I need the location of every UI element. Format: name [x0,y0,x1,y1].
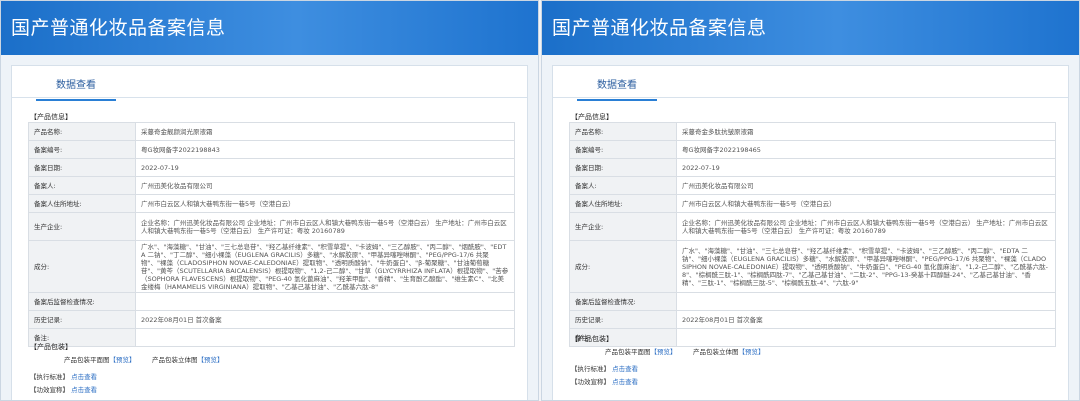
section-product-info: 【产品信息】 [30,113,72,121]
banner-title: 国产普通化妆品备案信息 [552,17,767,39]
standard-view-link[interactable]: 点击查看 [71,373,97,381]
field-value: 企业名称：广州迅美化妆品有限公司 企业地址：广州市白云区人和镇大巷鸭东街一巷5号… [135,212,515,241]
banner: 国产普通化妆品备案信息 [542,1,1079,55]
field-value: 2022年08月01日 首次备案 [135,310,515,329]
section-standard: 【执行标准】 [30,373,69,381]
field-label: 产品名称: [28,122,136,141]
field-label: 历史记录: [569,310,677,329]
product-info-table: 产品名称: 采蔓奇金靓颜润光原液霜 备案编号: 粤G妆网备字2022198843… [28,122,515,347]
field-label: 备案人住所地址: [28,194,136,213]
pack-3d-label: 产品包装立体图 [693,348,739,356]
field-value: 广州迅美化妆品有限公司 [676,176,1056,195]
pack-flat-row: 产品包装平面图【预览】 [64,354,136,364]
field-row: 备案日期: 2022-07-19 [569,158,1056,177]
field-label: 产品名称: [569,122,677,141]
standard-view-link[interactable]: 点击查看 [612,365,638,373]
pack-flat-row: 产品包装平面图【预览】 [605,346,677,356]
pack-flat-preview-link[interactable]: 【预览】 [651,348,677,356]
content-card: 数据查看 【产品信息】 产品名称: 采蔓奇金靓颜润光原液霜 备案编号: 粤G妆网… [11,65,528,400]
field-row: 备案人: 广州迅美化妆品有限公司 [569,176,1056,195]
field-label: 备案人: [28,176,136,195]
field-value [676,328,1056,347]
tab-divider [553,97,1068,98]
field-row: 备案编号: 粤G妆网备字2022198843 [28,140,515,159]
field-value: 采蔓奇金靓颜润光原液霜 [135,122,515,141]
field-value: 2022年08月01日 首次备案 [676,310,1056,329]
field-value [676,292,1056,311]
field-value: 2022-07-19 [676,158,1056,177]
field-label: 备案日期: [569,158,677,177]
pack-3d-label: 产品包装立体图 [152,356,198,364]
field-value: 广水"、"海藻糖"、"甘油"、"三七总皂苷"、"羟乙基纤维素"、"积雪草提"、"… [676,240,1056,293]
pack-3d-row: 产品包装立体图【预览】 [152,354,224,364]
field-value: 粤G妆网备字2022198465 [676,140,1056,159]
section-product-info: 【产品信息】 [571,113,613,121]
efficacy-row: 【功效宣称】 点击查看 [30,384,97,394]
field-row: 成分: 广水"、"海藻糖"、"甘油"、"三七总皂苷"、"羟乙基纤维素"、"积雪草… [569,240,1056,293]
field-label: 备案人: [569,176,677,195]
field-row: 备案人: 广州迅美化妆品有限公司 [28,176,515,195]
field-value: 粤G妆网备字2022198843 [135,140,515,159]
banner-title: 国产普通化妆品备案信息 [11,17,226,39]
field-row: 备案日期: 2022-07-19 [28,158,515,177]
section-packaging: 【产品包装】 [30,343,72,351]
section-standard: 【执行标准】 [571,365,610,373]
field-label: 成分: [28,240,136,293]
banner: 国产普通化妆品备案信息 [1,1,538,55]
tab-divider [12,97,527,98]
standard-row: 【执行标准】 点击查看 [571,363,638,373]
field-value: 广州迅美化妆品有限公司 [135,176,515,195]
pack-flat-label: 产品包装平面图 [64,356,110,364]
pack-flat-label: 产品包装平面图 [605,348,651,356]
field-row: 备注: [28,328,515,347]
field-row: 产品名称: 采蔓奇金多肽抗皱原液霜 [569,122,1056,141]
field-value: 企业名称：广州迅美化妆品有限公司 企业地址：广州市白云区人和镇大巷鸭东街一巷5号… [676,212,1056,241]
field-label: 历史记录: [28,310,136,329]
field-row: 生产企业: 企业名称：广州迅美化妆品有限公司 企业地址：广州市白云区人和镇大巷鸭… [569,212,1056,241]
pack-3d-preview-link[interactable]: 【预览】 [198,356,224,364]
field-value: 广州市白云区人和镇大巷鸭东街一巷5号（空港白云） [676,194,1056,213]
field-row: 历史记录: 2022年08月01日 首次备案 [28,310,515,329]
efficacy-view-link[interactable]: 点击查看 [71,386,97,394]
field-value: 广州市白云区人和镇大巷鸭东街一巷5号（空港白云） [135,194,515,213]
field-label: 生产企业: [569,212,677,241]
content-card: 数据查看 【产品信息】 产品名称: 采蔓奇金多肽抗皱原液霜 备案编号: 粤G妆网… [552,65,1069,400]
field-row: 生产企业: 企业名称：广州迅美化妆品有限公司 企业地址：广州市白云区人和镇大巷鸭… [28,212,515,241]
field-label: 成分: [569,240,677,293]
field-value: 采蔓奇金多肽抗皱原液霜 [676,122,1056,141]
pack-3d-preview-link[interactable]: 【预览】 [739,348,765,356]
field-row: 备注: [569,328,1056,347]
field-label: 备案后监督检查情况: [28,292,136,311]
field-row: 成分: 广水"、"海藻糖"、"甘油"、"三七总皂苷"、"羟乙基纤维素"、"积雪草… [28,240,515,293]
field-label: 生产企业: [28,212,136,241]
field-row: 备案后监督检查情况: [569,292,1056,311]
field-row: 备案人住所地址: 广州市白云区人和镇大巷鸭东街一巷5号（空港白云） [28,194,515,213]
pack-flat-preview-link[interactable]: 【预览】 [110,356,136,364]
field-label: 备案后监督检查情况: [569,292,677,311]
field-label: 备案编号: [28,140,136,159]
pack-3d-row: 产品包装立体图【预览】 [693,346,765,356]
section-efficacy: 【功效宣称】 [30,386,69,394]
field-value [135,292,515,311]
field-row: 备案人住所地址: 广州市白云区人和镇大巷鸭东街一巷5号（空港白云） [569,194,1056,213]
record-panel-right: 国产普通化妆品备案信息 数据查看 【产品信息】 产品名称: 采蔓奇金多肽抗皱原液… [541,0,1080,401]
field-value: 2022-07-19 [135,158,515,177]
field-row: 历史记录: 2022年08月01日 首次备案 [569,310,1056,329]
field-row: 备案后监督检查情况: [28,292,515,311]
field-row: 备案编号: 粤G妆网备字2022198465 [569,140,1056,159]
efficacy-view-link[interactable]: 点击查看 [612,378,638,386]
record-panel-left: 国产普通化妆品备案信息 数据查看 【产品信息】 产品名称: 采蔓奇金靓颜润光原液… [0,0,539,401]
field-value [135,328,515,347]
field-label: 备案人住所地址: [569,194,677,213]
field-label: 备案日期: [28,158,136,177]
field-label: 备案编号: [569,140,677,159]
section-packaging: 【产品包装】 [571,335,613,343]
field-row: 产品名称: 采蔓奇金靓颜润光原液霜 [28,122,515,141]
efficacy-row: 【功效宣称】 点击查看 [571,376,638,386]
standard-row: 【执行标准】 点击查看 [30,371,97,381]
product-info-table: 产品名称: 采蔓奇金多肽抗皱原液霜 备案编号: 粤G妆网备字2022198465… [569,122,1056,347]
section-efficacy: 【功效宣称】 [571,378,610,386]
field-value: 广水"、"海藻糖"、"甘油"、"三七总皂苷"、"羟乙基纤维素"、"积雪草提"、"… [135,240,515,293]
